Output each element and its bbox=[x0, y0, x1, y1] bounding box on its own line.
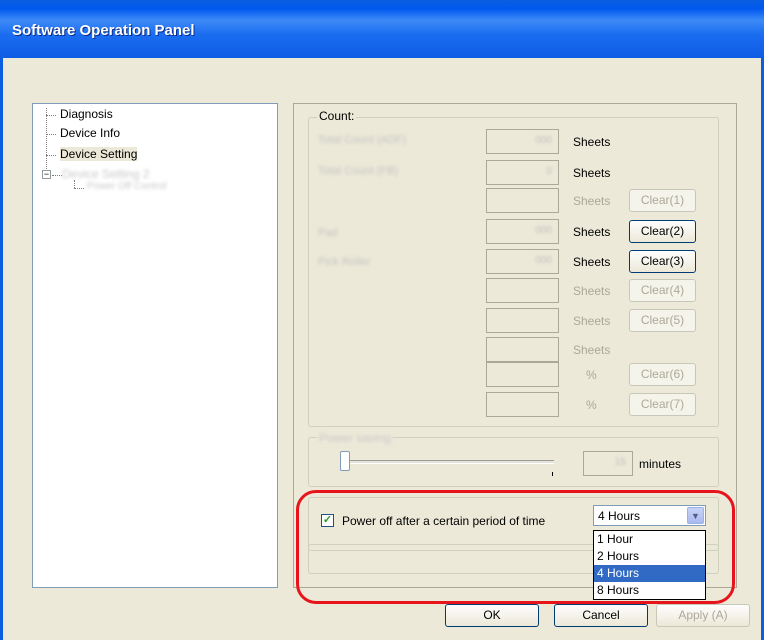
title-bar[interactable]: Software Operation Panel bbox=[0, 0, 764, 58]
unit-sheets: Sheets bbox=[573, 194, 611, 208]
count-value-box: 0 bbox=[486, 160, 559, 185]
row-label-redacted: Pad bbox=[318, 227, 338, 239]
window-frame-left bbox=[0, 58, 3, 640]
unit-sheets: Sheets bbox=[573, 284, 611, 298]
unit-sheets: Sheets bbox=[573, 135, 611, 149]
tree-connector bbox=[74, 188, 84, 189]
clear-3-button[interactable]: Clear(3) bbox=[629, 250, 696, 273]
collapse-icon[interactable]: − bbox=[42, 170, 51, 179]
minutes-input[interactable]: 15 bbox=[583, 451, 633, 476]
minutes-label: minutes bbox=[639, 457, 682, 471]
tree-connector bbox=[74, 180, 75, 188]
count-value-box bbox=[486, 362, 559, 387]
tree-item-redacted-child[interactable]: Power Off Control bbox=[87, 181, 166, 192]
settings-tree[interactable]: Diagnosis Device Info Device Setting − D… bbox=[32, 103, 278, 588]
clear-2-button[interactable]: Clear(2) bbox=[629, 220, 696, 243]
clear-7-button[interactable]: Clear(7) bbox=[629, 393, 696, 416]
unit-sheets: Sheets bbox=[573, 225, 611, 239]
tree-item-redacted[interactable]: Device Setting 2 bbox=[62, 167, 149, 181]
row-label-redacted: Total Count (ADF) bbox=[318, 134, 407, 146]
tree-item-device-setting[interactable]: Device Setting bbox=[60, 147, 138, 161]
count-value-box: 000 bbox=[486, 249, 559, 274]
unit-percent: % bbox=[586, 368, 597, 382]
clear-5-button[interactable]: Clear(5) bbox=[629, 309, 696, 332]
unit-percent: % bbox=[586, 398, 597, 412]
clear-6-button[interactable]: Clear(6) bbox=[629, 363, 696, 386]
count-value-box bbox=[486, 188, 559, 213]
clear-4-button[interactable]: Clear(4) bbox=[629, 279, 696, 302]
window-title: Software Operation Panel bbox=[12, 22, 195, 39]
apply-button[interactable]: Apply (A) bbox=[656, 604, 750, 627]
power-saving-slider[interactable] bbox=[340, 451, 350, 471]
unit-sheets: Sheets bbox=[573, 343, 611, 357]
count-value-box bbox=[486, 337, 559, 362]
count-group-label: Count: bbox=[317, 109, 357, 123]
tree-connector bbox=[52, 175, 62, 176]
count-value-box bbox=[486, 308, 559, 333]
unit-sheets: Sheets bbox=[573, 255, 611, 269]
tree-connector bbox=[46, 134, 56, 135]
count-value-box: 000 bbox=[486, 219, 559, 244]
count-value-box bbox=[486, 392, 559, 417]
annotation-highlight-ring bbox=[296, 490, 735, 604]
clear-1-button[interactable]: Clear(1) bbox=[629, 189, 696, 212]
power-saving-slider-track bbox=[345, 460, 554, 464]
ok-button[interactable]: OK bbox=[445, 604, 539, 627]
tree-item-device-info[interactable]: Device Info bbox=[60, 126, 120, 140]
row-label-redacted: Total Count (FB) bbox=[318, 165, 399, 177]
power-saving-group-label: Power saving bbox=[317, 431, 394, 445]
count-value-box bbox=[486, 278, 559, 303]
tree-connector bbox=[46, 115, 56, 116]
slider-tick bbox=[552, 472, 553, 476]
row-label-redacted: Pick Roller bbox=[318, 256, 371, 268]
unit-sheets: Sheets bbox=[573, 166, 611, 180]
unit-sheets: Sheets bbox=[573, 314, 611, 328]
count-value-box: 000 bbox=[486, 129, 559, 154]
cancel-button[interactable]: Cancel bbox=[554, 604, 648, 627]
tree-connector bbox=[46, 155, 56, 156]
tree-item-diagnosis[interactable]: Diagnosis bbox=[60, 107, 113, 121]
